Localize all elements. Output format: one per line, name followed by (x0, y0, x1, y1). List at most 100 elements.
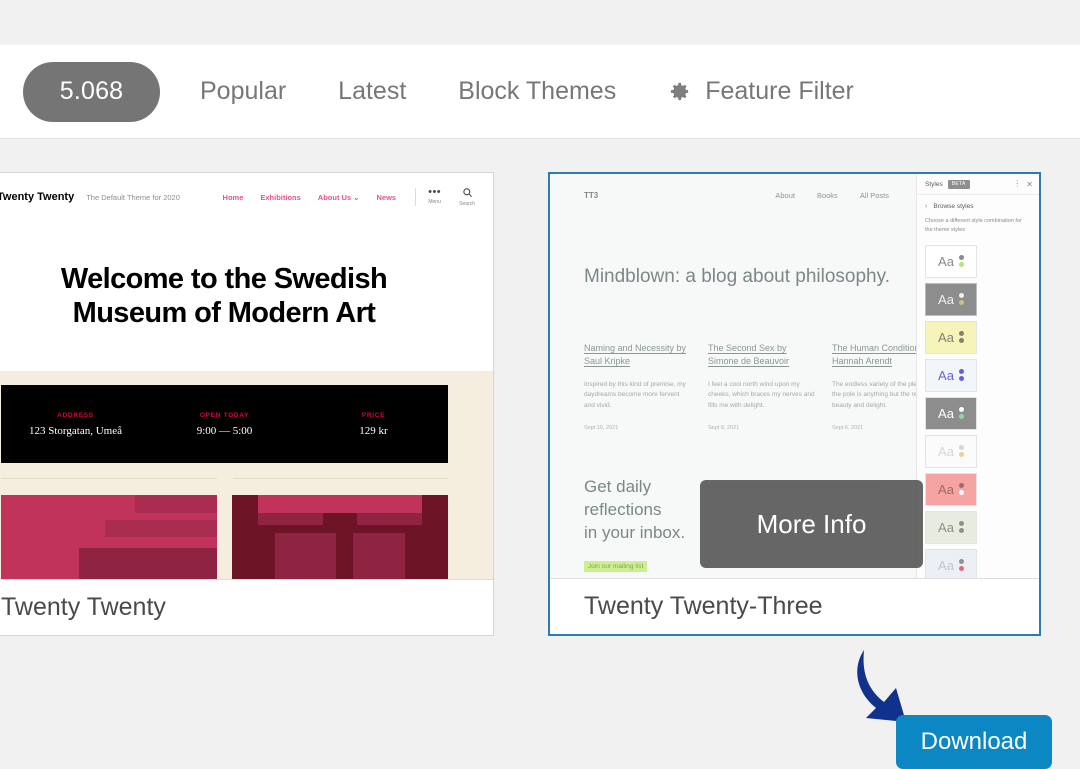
nav-tab-latest[interactable]: Latest (338, 77, 406, 106)
preview-body: ADDRESS 123 Storgatan, Umeå OPEN TODAY 9… (0, 371, 493, 579)
style-swatch[interactable]: Aa (925, 510, 977, 544)
style-swatch-palette-dots (958, 559, 964, 572)
preview-info-hours: OPEN TODAY 9:00 — 5:00 (150, 412, 299, 437)
more-info-label: More Info (756, 508, 867, 539)
preview-info-hours-label: OPEN TODAY (199, 411, 250, 419)
theme-card-twenty-twenty[interactable]: Twenty Twenty The Default Theme for 2020… (0, 172, 494, 636)
download-button[interactable]: Download (896, 715, 1052, 769)
nav-links: Popular Latest Block Themes Feature Filt… (200, 77, 906, 106)
style-swatch-palette-dots (958, 445, 964, 458)
style-swatch-sample-text: Aa (938, 557, 954, 573)
style-swatch-sample-text: Aa (938, 253, 954, 269)
style-swatch-sample-text: Aa (938, 405, 954, 421)
search-icon (462, 187, 473, 198)
style-swatch-palette-dots (958, 483, 964, 496)
style-swatch-palette-dots (958, 407, 964, 420)
style-swatch-dot (958, 338, 964, 344)
nav-tab-feature-filter[interactable]: Feature Filter (668, 77, 854, 106)
style-swatch-grid: AaAaAaAaAaAaAaAaAaAaAa (917, 236, 1039, 580)
style-swatch-dot (958, 414, 964, 420)
themes-grid: Twenty Twenty The Default Theme for 2020… (0, 140, 1080, 769)
style-swatch-dot (958, 255, 964, 261)
preview-hero-line-2: Museum of Modern Art (72, 297, 376, 329)
more-info-button[interactable]: More Info (700, 480, 923, 568)
style-swatch-palette-dots (958, 293, 964, 306)
nav-tab-latest-label: Latest (338, 77, 407, 105)
style-swatch-sample-text: Aa (938, 291, 954, 307)
style-swatch[interactable]: Aa (925, 282, 977, 316)
preview-nav-about[interactable]: About (775, 191, 795, 200)
theme-preview-twenty-twenty: Twenty Twenty The Default Theme for 2020… (0, 173, 493, 579)
style-swatch-dot (958, 262, 964, 268)
style-swatch-dot (958, 528, 964, 534)
style-swatch[interactable]: Aa (925, 548, 977, 580)
preview-nav-books[interactable]: Books (817, 191, 838, 200)
style-swatch-dot (958, 369, 964, 375)
preview-hero-line-1: Welcome to the Swedish (60, 262, 388, 295)
browse-styles-back-button[interactable]: ‹ Browse styles (917, 195, 1039, 210)
ellipsis-icon: ••• (428, 186, 442, 198)
nav-tab-popular[interactable]: Popular (200, 77, 286, 106)
preview-nav-all-posts[interactable]: All Posts (860, 191, 889, 200)
preview-info-price-value: 129 kr (359, 424, 388, 437)
style-swatch[interactable]: Aa (925, 358, 977, 392)
beta-badge: BETA (947, 179, 970, 189)
styles-panel-title: Styles (925, 180, 943, 188)
preview-post-item[interactable]: Naming and Necessity by Saul Kripke Insp… (584, 342, 692, 431)
style-swatch-dot (958, 521, 964, 527)
nav-tab-popular-label: Popular (200, 77, 287, 105)
theme-card-footer: Twenty Twenty (0, 579, 493, 635)
preview-nav-about-us[interactable]: About Us ⌄ (318, 193, 360, 202)
preview-newsletter-heading: Get daily reflections in your inbox. (584, 476, 685, 545)
theme-browser-navbar: 5.068 Popular Latest Block Themes Featur… (0, 45, 1080, 139)
preview-post-excerpt: I feel a cool north wind upon my cheeks,… (708, 381, 815, 409)
style-swatch[interactable]: Aa (925, 320, 977, 354)
nav-tab-block-themes[interactable]: Block Themes (458, 77, 616, 106)
download-label: Download (920, 728, 1028, 755)
style-swatch[interactable]: Aa (925, 434, 977, 468)
style-swatch[interactable]: Aa (925, 396, 977, 430)
preview-info-price: PRICE 129 kr (299, 412, 448, 437)
nav-tab-feature-filter-label: Feature Filter (705, 77, 854, 105)
style-swatch-sample-text: Aa (938, 519, 954, 535)
style-swatch-sample-text: Aa (938, 329, 954, 345)
nav-tab-block-themes-label: Block Themes (458, 77, 617, 105)
preview-site-nav: About Books All Posts (775, 191, 889, 200)
preview-info-bar: ADDRESS 123 Storgatan, Umeå OPEN TODAY 9… (1, 385, 448, 463)
preview-info-hours-value: 9:00 — 5:00 (196, 424, 253, 437)
version-pill[interactable]: 5.068 (23, 61, 160, 122)
style-swatch-sample-text: Aa (938, 367, 954, 383)
preview-post-excerpt: Inspired by this kind of premise, my day… (584, 381, 686, 409)
chevron-left-icon: ‹ (925, 203, 928, 210)
style-swatch[interactable]: Aa (925, 244, 977, 278)
preview-search-button[interactable]: Search (459, 187, 475, 207)
style-swatch-dot (958, 445, 964, 451)
preview-nav-divider (415, 188, 417, 206)
style-swatch-dot (958, 490, 964, 496)
preview-post-item[interactable]: The Second Sex by Simone de Beauvoir I f… (708, 342, 816, 431)
style-swatch-dot (958, 331, 964, 337)
preview-newsletter-line-2: reflections (584, 499, 662, 519)
preview-site-logo: TT3 (584, 190, 599, 200)
preview-post-date: Sept 10, 2021 (584, 425, 619, 432)
style-swatch-dot (958, 293, 964, 299)
preview-nav-exhibitions[interactable]: Exhibitions (260, 193, 300, 202)
preview-info-address-value: 123 Storgatan, Umeå (29, 424, 122, 437)
preview-mailing-list-link[interactable]: Join our mailing list (584, 561, 648, 572)
preview-hero: Welcome to the Swedish Museum of Modern … (0, 221, 493, 371)
theme-title: Twenty Twenty (1, 593, 166, 621)
style-swatch-dot (958, 483, 964, 489)
version-label: 5.068 (59, 77, 124, 105)
preview-search-label: Search (459, 201, 475, 207)
preview-post-title: The Second Sex by Simone de Beauvoir (708, 343, 790, 367)
preview-nav-home[interactable]: Home (223, 193, 244, 202)
preview-header: Twenty Twenty The Default Theme for 2020… (0, 173, 493, 221)
preview-post-date: Sept 8, 2021 (708, 425, 740, 432)
style-swatch[interactable]: Aa (925, 472, 977, 506)
browse-styles-label: Browse styles (933, 203, 974, 210)
preview-nav-news[interactable]: News (377, 193, 397, 202)
style-swatch-palette-dots (958, 369, 964, 382)
preview-menu-button[interactable]: ••• Menu (428, 186, 442, 206)
close-icon[interactable]: ✕ (1026, 180, 1033, 189)
kebab-menu-icon[interactable]: ⋮ (1013, 180, 1021, 188)
